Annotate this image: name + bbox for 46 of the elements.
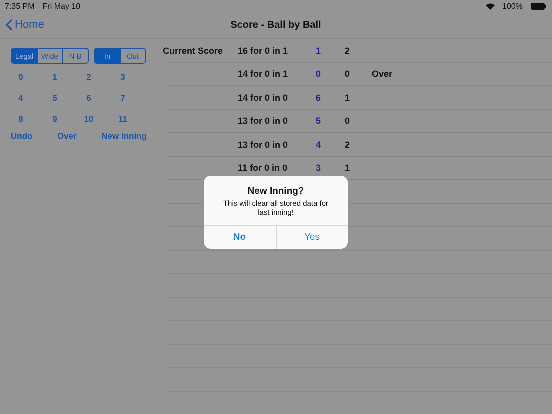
value-text: 0 bbox=[345, 69, 350, 80]
runs-text: 3 bbox=[316, 163, 322, 174]
action-link[interactable]: New Inning bbox=[102, 131, 147, 141]
run-key[interactable]: 10 bbox=[84, 112, 94, 126]
action-link[interactable]: Undo bbox=[11, 131, 33, 141]
value-text: 2 bbox=[345, 140, 350, 150]
action-link[interactable]: Over bbox=[58, 131, 77, 141]
run-key[interactable]: 2 bbox=[86, 70, 92, 84]
value-text: 1 bbox=[345, 163, 350, 174]
screen-title: Score - Ball by Ball bbox=[230, 20, 322, 30]
battery-icon bbox=[531, 2, 547, 10]
run-key[interactable]: 8 bbox=[18, 112, 24, 126]
value-text: 2 bbox=[345, 46, 350, 56]
score-text: 14 for 0 in 1 bbox=[238, 69, 288, 80]
runs-text: 0 bbox=[316, 69, 322, 80]
run-key[interactable]: 5 bbox=[52, 91, 58, 105]
wifi-icon bbox=[486, 2, 495, 10]
back-button[interactable]: Home bbox=[6, 19, 44, 31]
status-date: Fri May 10 bbox=[42, 2, 81, 10]
run-key[interactable]: 6 bbox=[86, 91, 92, 105]
score-text: 13 for 0 in 0 bbox=[238, 140, 288, 150]
runs-text: 1 bbox=[316, 46, 322, 56]
row-label: Current Score bbox=[163, 46, 224, 56]
dialog-title: New Inning? bbox=[246, 186, 306, 197]
run-key[interactable]: 4 bbox=[18, 91, 24, 105]
value-text: 0 bbox=[345, 116, 350, 126]
dialog-button[interactable]: Yes bbox=[276, 226, 348, 249]
score-text: 14 for 0 in 0 bbox=[238, 92, 288, 103]
score-text: 11 for 0 in 0 bbox=[238, 163, 288, 174]
dialog-button[interactable]: No bbox=[204, 226, 276, 249]
run-key[interactable]: 9 bbox=[52, 112, 58, 126]
run-key[interactable]: 7 bbox=[120, 91, 126, 105]
run-key[interactable]: 1 bbox=[52, 70, 58, 84]
runs-text: 6 bbox=[316, 92, 322, 103]
status-time: 7:35 PM bbox=[5, 2, 35, 10]
runs-text: 4 bbox=[316, 140, 322, 150]
run-key[interactable]: 11 bbox=[118, 112, 128, 126]
run-key[interactable]: 0 bbox=[18, 70, 24, 84]
chevron-icon bbox=[6, 19, 13, 31]
runs-text: 5 bbox=[316, 116, 322, 126]
score-text: 13 for 0 in 0 bbox=[238, 116, 288, 126]
note-text: Over bbox=[372, 69, 393, 80]
value-text: 1 bbox=[345, 92, 350, 103]
run-key[interactable]: 3 bbox=[120, 70, 126, 84]
score-text: 16 for 0 in 1 bbox=[238, 46, 288, 56]
battery-level: 100% bbox=[502, 2, 523, 10]
